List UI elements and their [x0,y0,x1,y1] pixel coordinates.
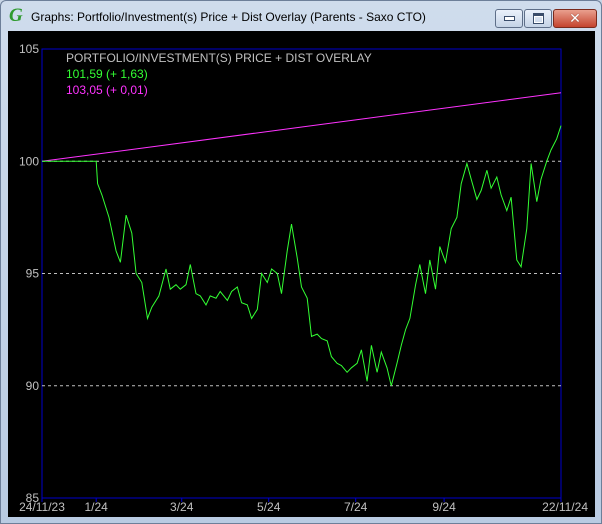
legend-entry-overlay: 103,05 (+ 0,01) [66,83,148,97]
y-tick-label: 100 [19,154,39,168]
y-tick-label: 105 [19,42,39,56]
maximize-icon [532,13,544,24]
close-button[interactable]: ✕ [553,9,597,28]
y-tick-label: 90 [26,379,40,393]
overlay-series-line [41,92,562,162]
x-tick-label: 5/24 [257,500,281,514]
y-tick-label: 95 [26,267,40,281]
chart-area[interactable]: 85 90 95 100 105 24/11/23 1/24 3/24 5/24 7/24 9/24… [8,31,595,517]
x-tick-label: 3/24 [170,500,194,514]
price-series-line [42,125,562,386]
x-tick-label: 1/24 [85,500,109,514]
close-icon: ✕ [569,10,581,27]
x-tick-label: 24/11/23 [19,500,65,514]
x-tick-label: 9/24 [432,500,456,514]
green-g-icon[interactable]: G [9,6,25,25]
legend-entry-price: 101,59 (+ 1,63) [66,67,148,81]
x-tick-label: 7/24 [344,500,368,514]
maximize-button[interactable] [524,9,552,28]
legend-heading: PORTFOLIO/INVESTMENT(S) PRICE + DIST OVE… [66,51,372,65]
minimize-icon [503,16,515,21]
window-title: Graphs: Portfolio/Investment(s) Price + … [31,10,426,24]
title-bar[interactable]: G Graphs: Portfolio/Investment(s) Price … [1,1,601,31]
price-chart[interactable]: 85909510010524/11/23 1/24 3/24 5/24 7/24 9/24… [8,31,595,517]
x-tick-label: 22/11/24 [542,500,588,514]
app-window: G Graphs: Portfolio/Investment(s) Price … [0,0,602,524]
minimize-button[interactable] [495,9,523,28]
